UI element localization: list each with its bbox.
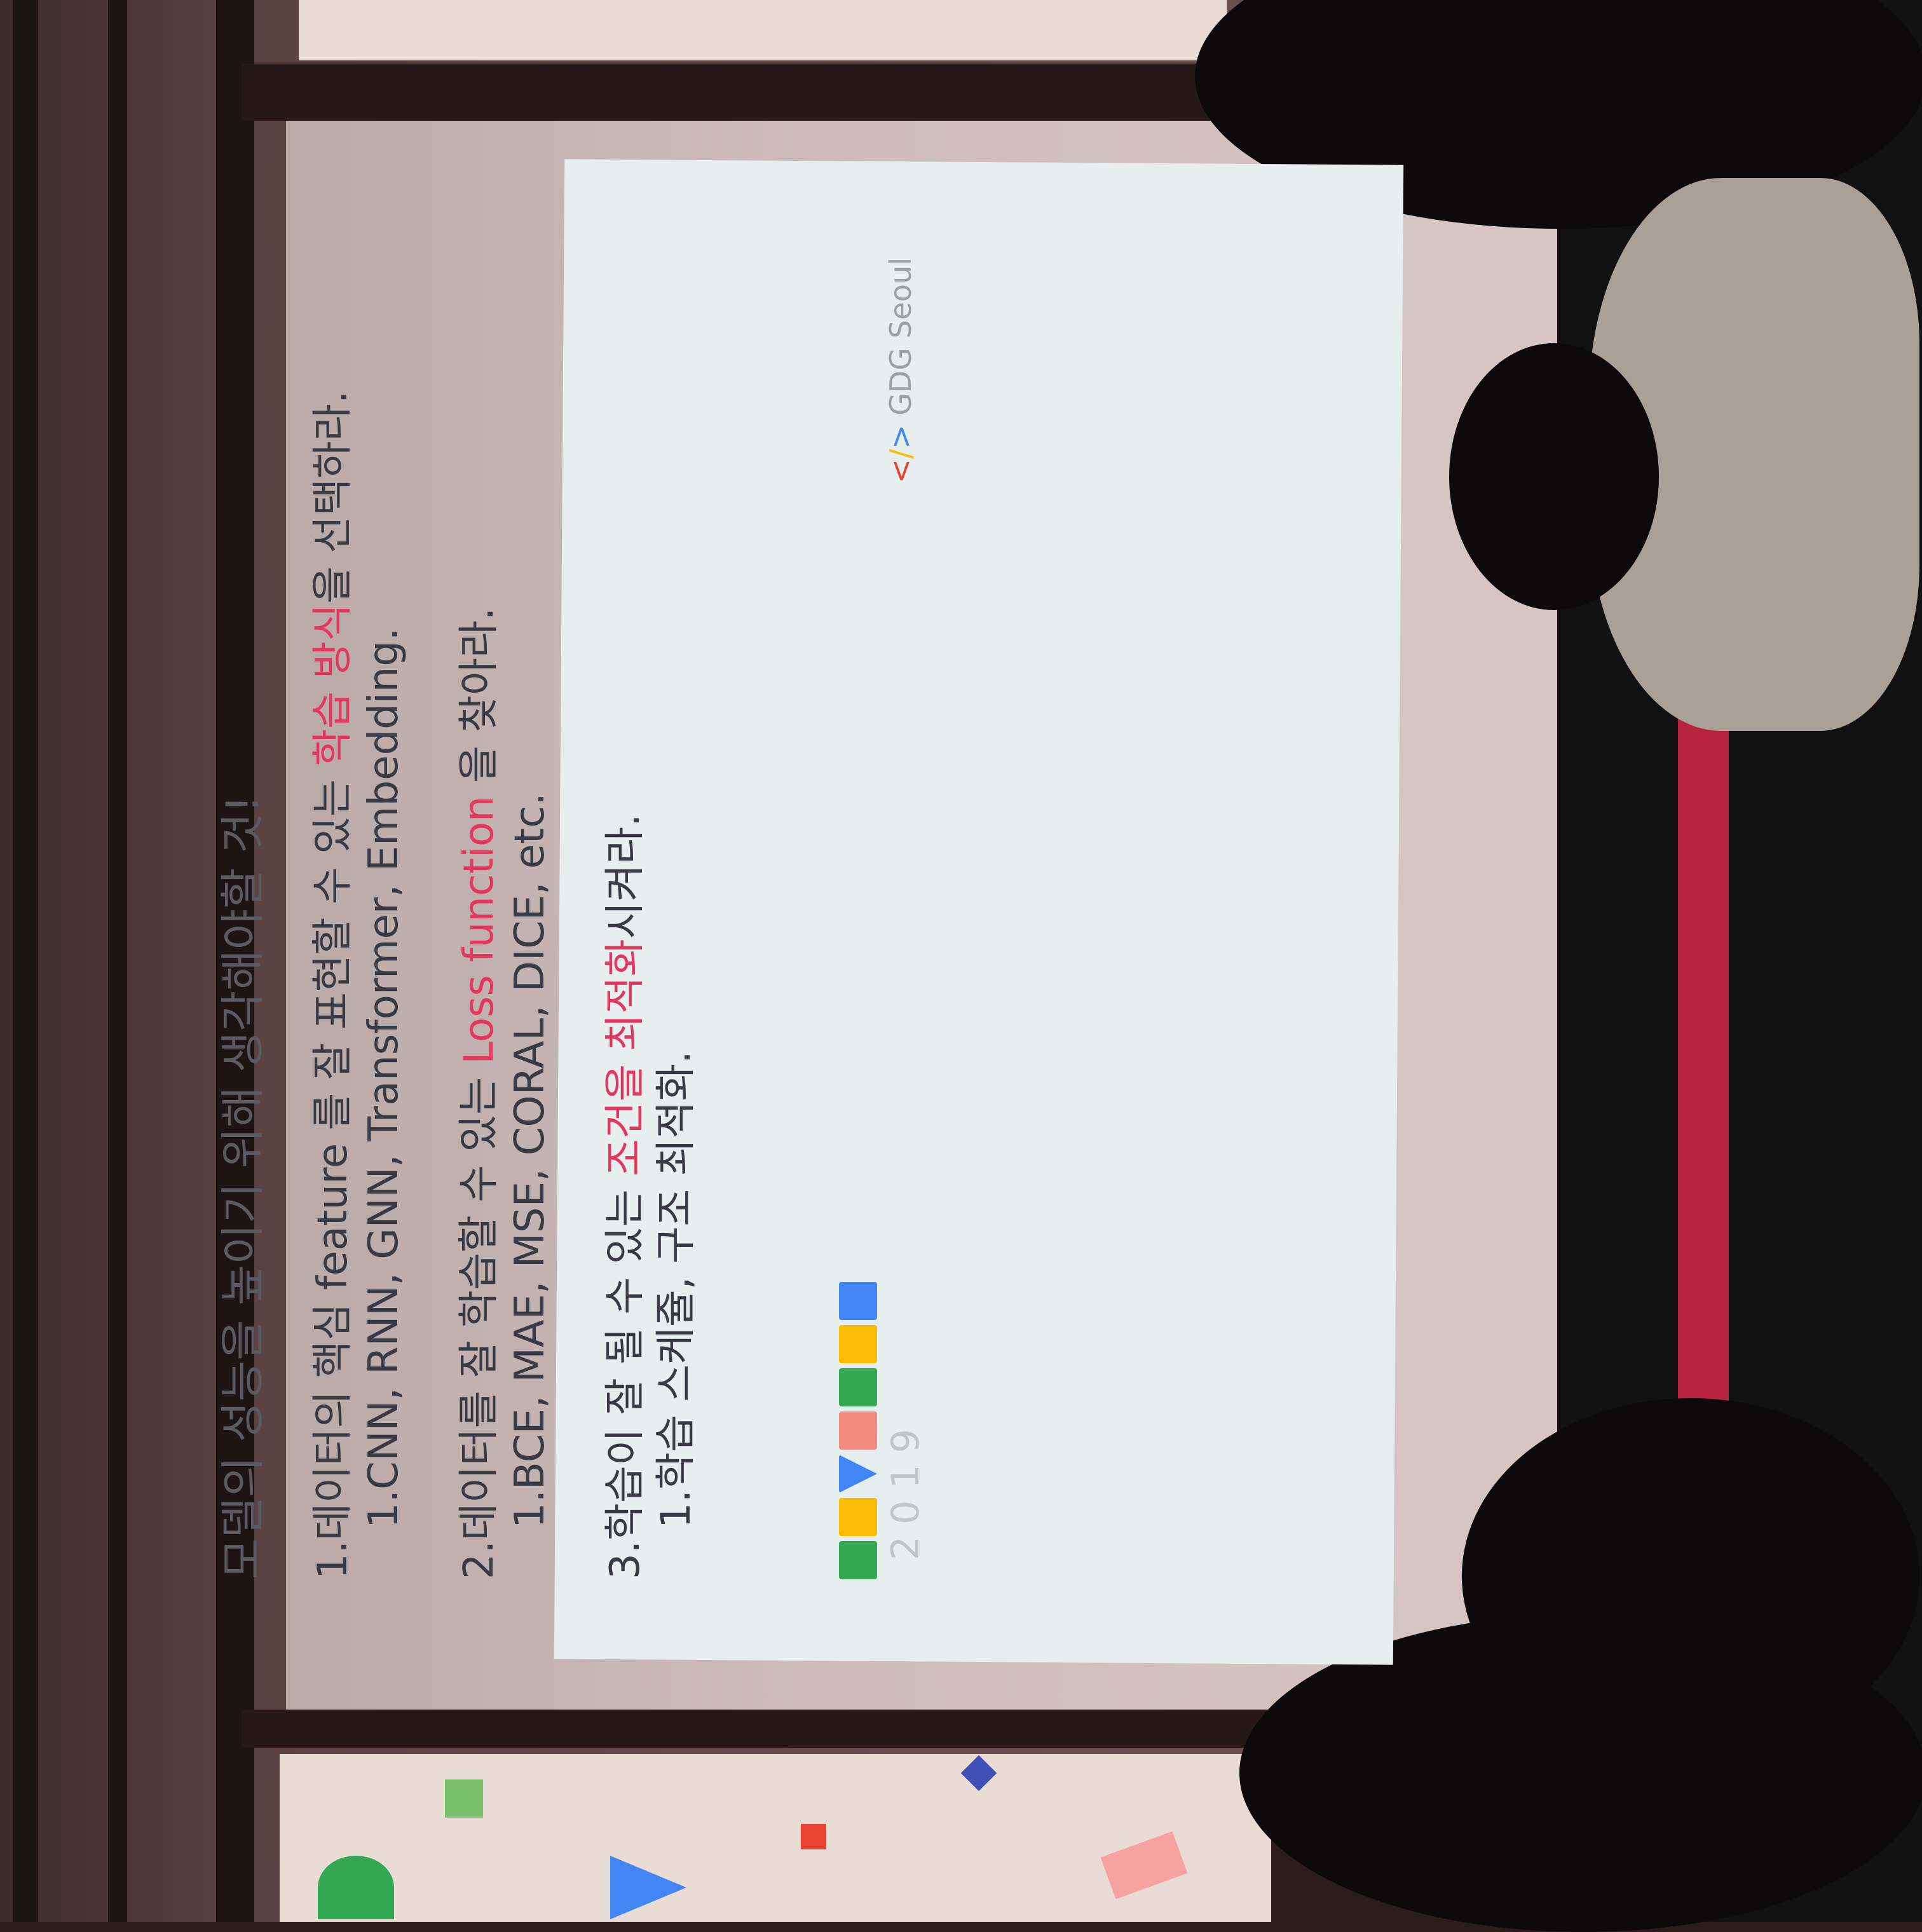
item-text: 2.데이터를 잘 학습할 수 있는 bbox=[456, 1064, 503, 1579]
banner-shape bbox=[801, 1824, 826, 1849]
banner-bottom bbox=[280, 1754, 1271, 1922]
slide-subitem-3: 1.학습 스케쥴, 구조 최적화. bbox=[653, 1051, 700, 1528]
item-text: 3.학습이 잘 될 수 있는 bbox=[602, 1176, 649, 1579]
slide-item-1: 1.데이터의 핵심 feature 를 잘 표현할 수 있는 학습 방식을 선택… bbox=[308, 245, 358, 1579]
banner-shape bbox=[318, 1856, 394, 1919]
banner-shape bbox=[1100, 1831, 1188, 1900]
devfest-logo-block bbox=[839, 1325, 877, 1363]
slide-item-3: 3.학습이 잘 될 수 있는 조건을 최적화시켜라. bbox=[600, 245, 651, 1579]
item-text: 시켜라. bbox=[602, 813, 649, 939]
banner-shape bbox=[610, 1856, 686, 1919]
banner-shape bbox=[960, 1755, 997, 1792]
slide-subitem-1: 1.CNN, RNN, GNN, Transformer, Embedding. bbox=[360, 627, 407, 1528]
devfest-logo-block bbox=[839, 1282, 877, 1320]
banner-shape bbox=[445, 1779, 483, 1818]
wall-pole bbox=[13, 0, 38, 1922]
item-text: 을 선택하라. bbox=[310, 390, 357, 604]
devfest-logo bbox=[839, 1282, 877, 1579]
item-highlight: 조건을 최적화 bbox=[602, 939, 649, 1177]
presentation-slide: 모델의 성능을 높이기 위해 생각해야할 것! 1.데이터의 핵심 featur… bbox=[140, 162, 979, 1662]
devfest-logo-block bbox=[839, 1368, 877, 1406]
item-text: 1.데이터의 핵심 feature 를 잘 표현할 수 있는 bbox=[310, 766, 357, 1579]
slide-inner: 모델의 성능을 높이기 위해 생각해야할 것! 1.데이터의 핵심 featur… bbox=[140, 162, 979, 1662]
slide-title: 모델의 성능을 높이기 위해 생각해야할 것! bbox=[217, 794, 269, 1579]
devfest-year: 2019 bbox=[883, 1417, 928, 1560]
banner-top bbox=[299, 0, 1227, 60]
item-text: 을 찾아라. bbox=[456, 607, 503, 796]
gdg-logo: </> GDG Seoul bbox=[883, 257, 918, 484]
slide-subitem-2: 1.BCE, MAE, MSE, CORAL, DICE, etc. bbox=[507, 793, 554, 1528]
devfest-logo-block bbox=[839, 1412, 877, 1450]
item-highlight: 학습 방식 bbox=[310, 603, 357, 766]
photo-scene: 모델의 성능을 높이기 위해 생각해야할 것! 1.데이터의 핵심 featur… bbox=[0, 0, 1922, 1932]
screen-frame-bottom bbox=[242, 1710, 1322, 1748]
slide-content: 모델의 성능을 높이기 위해 생각해야할 것! 1.데이터의 핵심 featur… bbox=[216, 245, 702, 1579]
gdg-brackets-icon: </> bbox=[883, 424, 918, 484]
devfest-logo-block bbox=[839, 1498, 877, 1536]
screen-frame-top bbox=[242, 64, 1322, 121]
devfest-logo-block bbox=[839, 1455, 877, 1493]
item-highlight: Loss function bbox=[456, 796, 503, 1065]
audience-head bbox=[1449, 343, 1659, 610]
gdg-org-name: GDG Seoul bbox=[883, 257, 918, 416]
wall-pole bbox=[108, 0, 127, 1922]
devfest-logo-block bbox=[839, 1541, 877, 1579]
slide-item-2: 2.데이터를 잘 학습할 수 있는 Loss function 을 찾아라. bbox=[454, 245, 505, 1579]
